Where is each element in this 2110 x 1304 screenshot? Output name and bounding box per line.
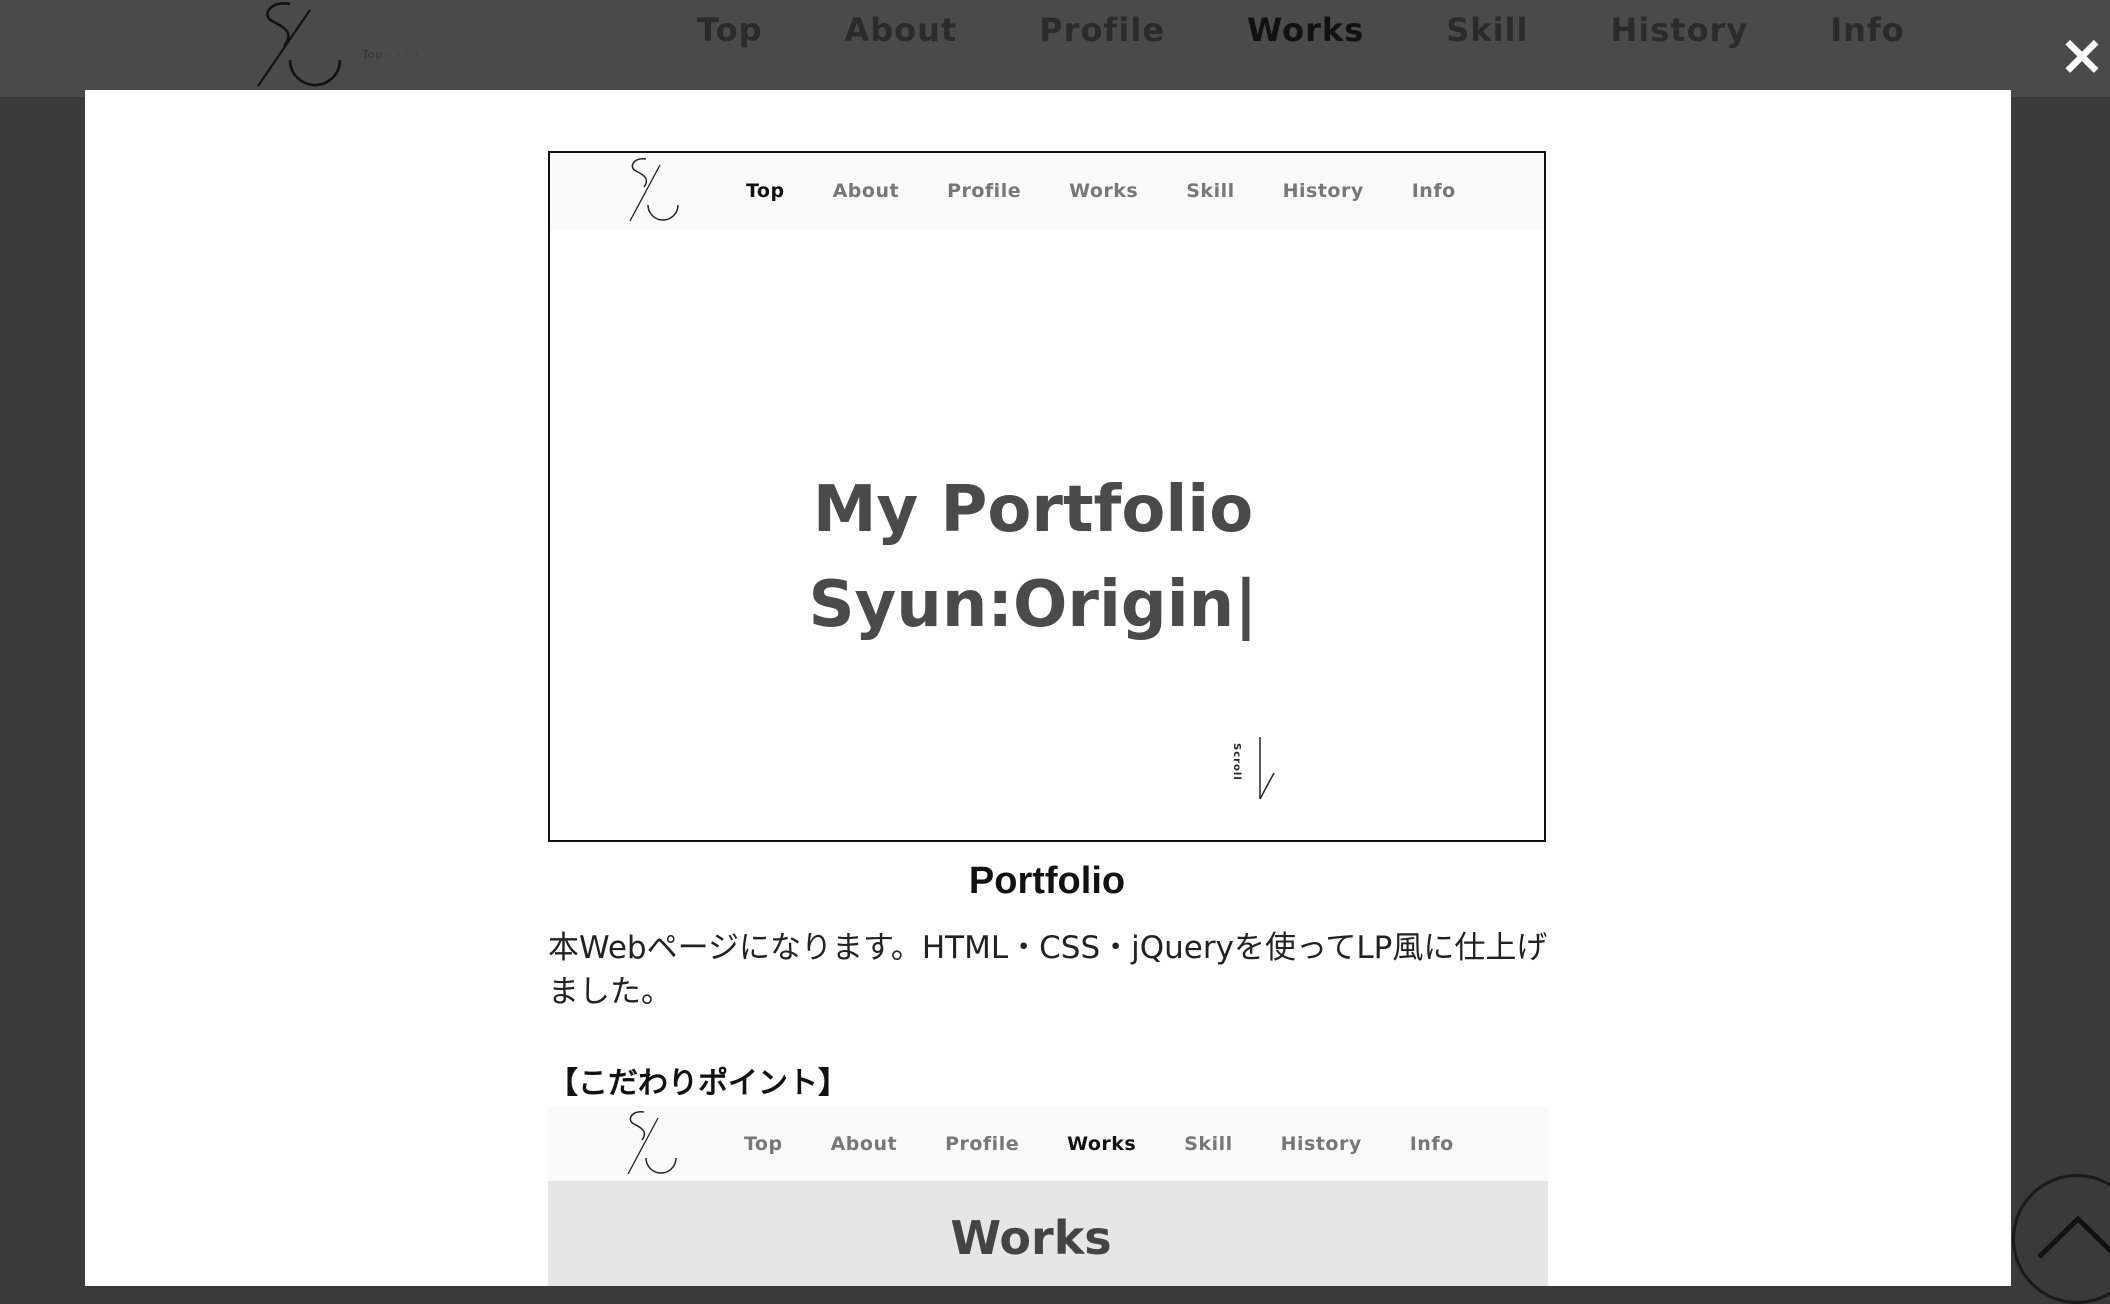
mini-nav-top: Top <box>746 180 785 202</box>
mini-nav-about: About <box>832 180 900 202</box>
logo-icon <box>627 1111 677 1175</box>
mini-nav-about: About <box>830 1133 898 1155</box>
mini-nav-profile: Profile <box>945 1133 1020 1155</box>
close-icon[interactable]: × <box>2056 28 2108 84</box>
screenshot-nav: Top About Profile Works Skill History In… <box>744 1130 1454 1158</box>
logo-icon <box>257 2 342 87</box>
mini-nav-works: Works <box>1069 180 1139 202</box>
scroll-to-top-button[interactable] <box>2012 1174 2110 1304</box>
screenshot-header: Top About Profile Works Skill History In… <box>550 153 1544 229</box>
work-detail-modal: Top About Profile Works Skill History In… <box>85 90 2011 1286</box>
hero-line-1: My Portfolio <box>812 473 1254 547</box>
screenshot-nav: Top About Profile Works Skill History In… <box>746 177 1456 205</box>
work-description: 本Webページになります。HTML・CSS・jQueryを使ってLP風に仕上げま… <box>548 930 1548 1010</box>
mini-nav-works: Works <box>1067 1133 1137 1155</box>
bg-nav-top: Top <box>697 11 763 49</box>
logo-icon <box>629 158 679 222</box>
background-nav: Top About Profile Works Skill History In… <box>697 0 1987 60</box>
mini-nav-profile: Profile <box>947 180 1022 202</box>
chevron-up-icon <box>2037 1215 2110 1259</box>
bg-nav-works: Works <box>1246 11 1365 49</box>
bg-nav-history: History <box>1610 11 1749 49</box>
portfolio-works-screenshot: Top About Profile Works Skill History In… <box>548 1106 1548 1286</box>
works-section-title: Works <box>950 1211 1112 1265</box>
mini-nav-skill: Skill <box>1184 1133 1233 1155</box>
background-site-header: Top · · · · Top About Profile Works Skil… <box>0 0 2110 97</box>
mini-nav-history: History <box>1282 180 1364 202</box>
bg-nav-skill: Skill <box>1446 11 1529 49</box>
work-title: Portfolio <box>968 860 1126 902</box>
bg-nav-about: About <box>844 11 958 49</box>
portfolio-hero-screenshot: Top About Profile Works Skill History In… <box>548 151 1546 842</box>
works-section-banner: Works <box>548 1181 1548 1286</box>
mini-nav-skill: Skill <box>1186 180 1235 202</box>
mini-nav-info: Info <box>1411 180 1456 202</box>
screenshot-header: Top About Profile Works Skill History In… <box>548 1106 1548 1182</box>
mini-nav-top: Top <box>744 1133 783 1155</box>
bg-nav-info: Info <box>1830 11 1905 49</box>
mini-nav-info: Info <box>1409 1133 1454 1155</box>
bg-nav-profile: Profile <box>1039 11 1165 49</box>
scroll-arrow-icon <box>1259 737 1275 800</box>
hero-heading: My Portfolio Syun:Origin| <box>550 463 1516 653</box>
background-breadcrumb: Top · · · · <box>362 48 420 61</box>
hero-line-2: Syun:Origin| <box>808 568 1258 642</box>
points-heading: 【こだわりポイント】 <box>548 1066 848 1101</box>
mini-nav-history: History <box>1280 1133 1362 1155</box>
